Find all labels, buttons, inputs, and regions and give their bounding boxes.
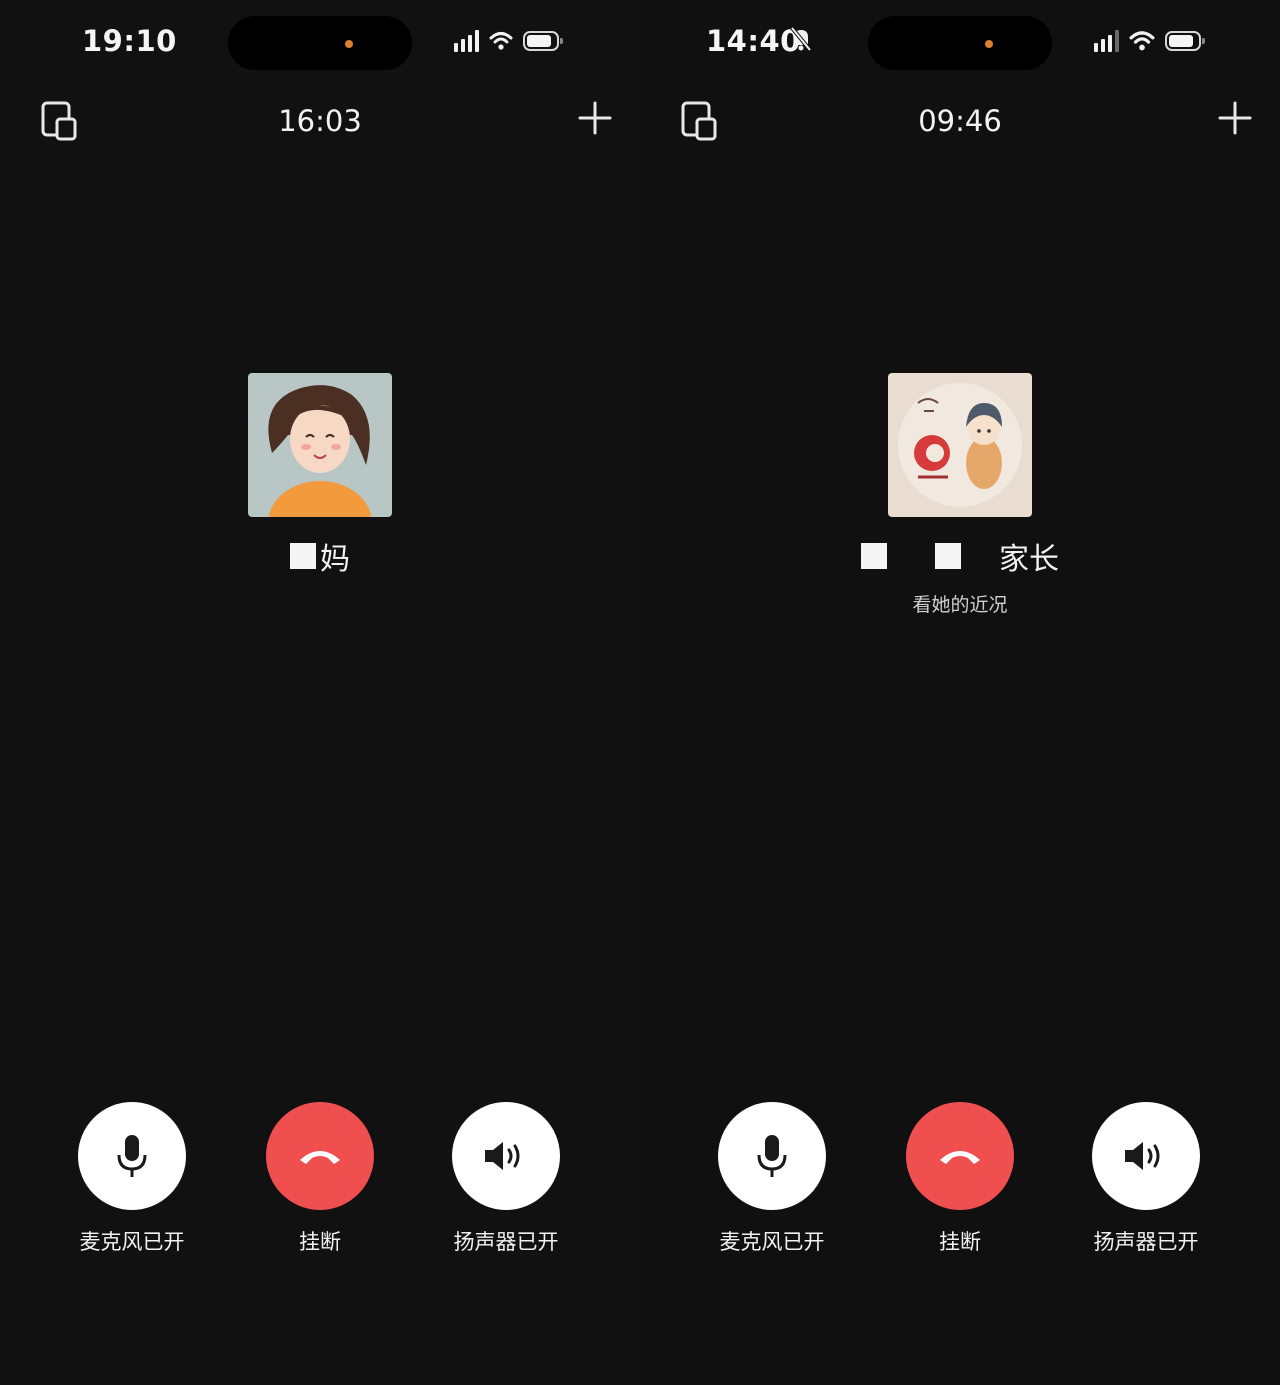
status-time: 14:40 [706,24,801,58]
hang-up-icon [940,1151,980,1164]
wifi-icon [489,32,513,50]
mic-button[interactable] [78,1102,186,1210]
call-duration: 09:46 [918,104,1002,138]
call-duration: 16:03 [278,104,362,138]
contact-avatar [888,373,1032,517]
contact-name-text: 家长 [999,542,1059,577]
mic-button[interactable] [718,1102,826,1210]
speaker-button[interactable] [452,1102,560,1210]
add-participant-icon[interactable] [578,100,612,136]
redacted-text [861,543,887,569]
microphone-icon [117,1135,147,1177]
redacted-text [935,543,961,569]
hang-up-icon [300,1151,340,1164]
hangup-control[interactable]: 挂断 [240,1102,400,1256]
battery-icon [523,31,563,51]
contact-avatar [248,373,392,517]
mic-control[interactable]: 麦克风已开 [52,1102,212,1256]
speaker-label: 扬声器已开 [453,1230,559,1254]
minimize-window-icon[interactable] [680,100,720,144]
contact-name: 家长 [640,534,1280,578]
wifi-icon [1129,31,1155,51]
add-participant-icon[interactable] [1218,100,1252,136]
signal-icon [1094,30,1119,52]
status-icons [1094,30,1205,52]
contact-name: 妈 [0,534,640,578]
microphone-icon [757,1135,787,1177]
dynamic-island [228,16,412,70]
hangup-button[interactable] [266,1102,374,1210]
mic-control[interactable]: 麦克风已开 [692,1102,852,1256]
camera-indicator-dot [985,40,993,48]
speaker-label: 扬声器已开 [1093,1230,1199,1254]
call-screen-right: 14:40 09:46 家长 看她的近况 麦克风已开 挂断 扬声器已开 [640,0,1280,1385]
contact-name-text: 妈 [320,542,350,577]
hangup-label: 挂断 [939,1230,981,1254]
dynamic-island [868,16,1052,70]
speaker-button[interactable] [1092,1102,1200,1210]
mic-label: 麦克风已开 [719,1230,825,1254]
hangup-label: 挂断 [299,1230,341,1254]
silent-bell-icon [790,26,812,52]
speaker-control[interactable]: 扬声器已开 [1066,1102,1226,1256]
hangup-control[interactable]: 挂断 [880,1102,1040,1256]
hangup-button[interactable] [906,1102,1014,1210]
mic-label: 麦克风已开 [79,1230,185,1254]
speaker-icon [485,1142,520,1170]
battery-icon [1165,31,1205,51]
signal-icon [454,30,479,52]
speaker-icon [1125,1142,1160,1170]
status-time: 19:10 [82,24,177,58]
status-icons [454,30,563,52]
speaker-control[interactable]: 扬声器已开 [426,1102,586,1256]
contact-sub-status: 看她的近况 [912,594,1008,616]
camera-indicator-dot [345,40,353,48]
call-screen-left: 19:10 16:03 妈 麦克风已开 挂断 扬声器已开 [0,0,640,1385]
redacted-text [290,543,316,569]
minimize-window-icon[interactable] [40,100,80,144]
